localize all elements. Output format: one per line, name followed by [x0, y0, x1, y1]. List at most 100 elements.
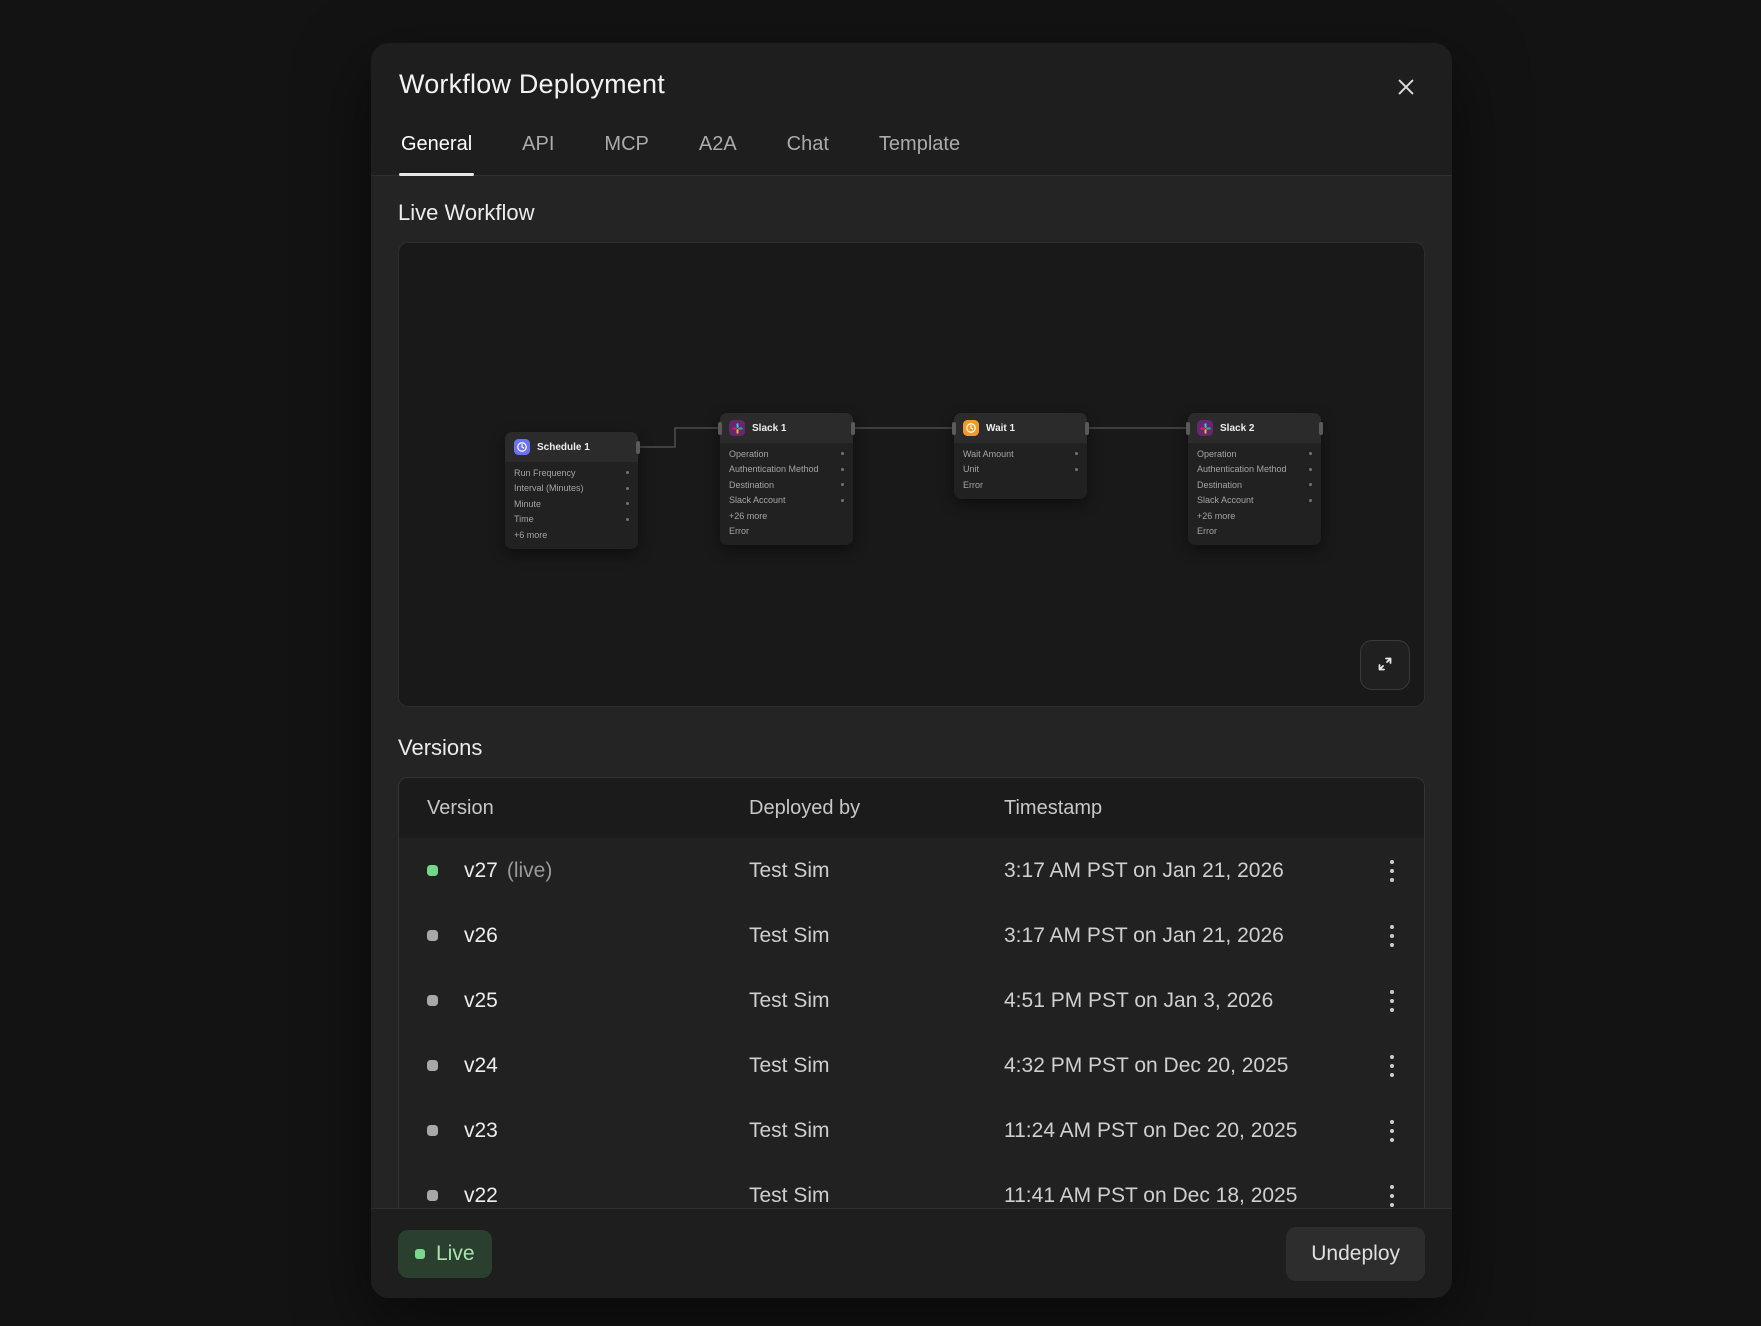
column-header-version: Version [427, 797, 749, 820]
kebab-menu-icon[interactable] [1375, 1045, 1409, 1087]
node-field: Error [1188, 524, 1321, 540]
tab-chat[interactable]: Chat [785, 133, 831, 175]
field-port-icon [1075, 452, 1078, 455]
tab-template[interactable]: Template [877, 133, 962, 175]
node-field: Unit [954, 462, 1087, 478]
node-field-label: Interval (Minutes) [514, 483, 584, 493]
node-field-label: Destination [729, 480, 774, 490]
clock-icon [963, 420, 979, 436]
node-field: Error [954, 477, 1087, 493]
deployed-by-value: Test Sim [749, 989, 1004, 1013]
field-port-icon [841, 483, 844, 486]
live-status-dot-icon [415, 1249, 425, 1259]
version-label: v26 [464, 924, 498, 948]
version-dot-icon [427, 930, 438, 941]
field-port-icon [1309, 468, 1312, 471]
input-handle [718, 422, 722, 435]
node-field-label: Error [963, 480, 983, 490]
node-field: Destination [720, 477, 853, 493]
node-field: Destination [1188, 477, 1321, 493]
column-header-timestamp: Timestamp [1004, 797, 1360, 820]
field-port-icon [626, 518, 629, 521]
field-port-icon [626, 502, 629, 505]
node-field: Run Frequency [505, 465, 638, 481]
field-port-icon [841, 499, 844, 502]
node-field-label: Run Frequency [514, 468, 576, 478]
output-handle [1085, 422, 1089, 435]
kebab-menu-icon[interactable] [1375, 915, 1409, 957]
timestamp-value: 3:17 AM PST on Jan 21, 2026 [1004, 859, 1360, 883]
expand-button[interactable] [1360, 640, 1410, 690]
field-port-icon [1309, 452, 1312, 455]
kebab-menu-icon[interactable] [1375, 1110, 1409, 1152]
node-title: Slack 2 [1220, 423, 1254, 434]
node-field-label: Authentication Method [729, 464, 819, 474]
node-field-label: Operation [729, 449, 769, 459]
input-handle [952, 422, 956, 435]
field-port-icon [841, 452, 844, 455]
expand-icon [1373, 652, 1397, 679]
output-handle [1319, 422, 1323, 435]
table-row: v26Test Sim3:17 AM PST on Jan 21, 2026 [399, 903, 1424, 968]
table-row: v25Test Sim4:51 PM PST on Jan 3, 2026 [399, 968, 1424, 1033]
node-field: Operation [1188, 446, 1321, 462]
live-status-label: Live [436, 1242, 475, 1266]
version-label: v24 [464, 1054, 498, 1078]
node-field: +6 more [505, 527, 638, 543]
node-field-label: +26 more [1197, 511, 1235, 521]
node-field: Interval (Minutes) [505, 481, 638, 497]
timestamp-value: 11:24 AM PST on Dec 20, 2025 [1004, 1119, 1360, 1143]
timestamp-value: 11:41 AM PST on Dec 18, 2025 [1004, 1184, 1360, 1208]
version-dot-icon [427, 1060, 438, 1071]
tab-general[interactable]: General [399, 133, 474, 175]
versions-heading: Versions [398, 735, 1425, 761]
tab-api[interactable]: API [520, 133, 556, 175]
node-field-label: +26 more [729, 511, 767, 521]
field-port-icon [626, 471, 629, 474]
modal-content: Live Workflow Schedule 1Run FrequencyInt… [371, 176, 1452, 1208]
node-title: Wait 1 [986, 423, 1015, 434]
node-field: Minute [505, 496, 638, 512]
field-port-icon [1309, 499, 1312, 502]
field-port-icon [841, 468, 844, 471]
node-field-label: Operation [1197, 449, 1237, 459]
tab-a2a[interactable]: A2A [697, 133, 739, 175]
node-field: Operation [720, 446, 853, 462]
node-field: Time [505, 512, 638, 528]
versions-table-header: Version Deployed by Timestamp [399, 778, 1424, 838]
node-field-label: Error [729, 526, 749, 536]
versions-table-body: v27(live)Test Sim3:17 AM PST on Jan 21, … [399, 838, 1424, 1208]
node-field-label: Error [1197, 526, 1217, 536]
version-dot-icon [427, 1125, 438, 1136]
version-label: v23 [464, 1119, 498, 1143]
node-field-label: Unit [963, 464, 979, 474]
kebab-menu-icon[interactable] [1375, 1175, 1409, 1209]
modal-footer: Live Undeploy [371, 1208, 1452, 1298]
node-field: Slack Account [720, 493, 853, 509]
close-button[interactable] [1388, 69, 1424, 105]
table-row: v23 Test Sim11:24 AM PST on Dec 20, 2025 [399, 1098, 1424, 1163]
node-header: Slack 2 [1188, 413, 1321, 443]
workflow-canvas[interactable]: Schedule 1Run FrequencyInterval (Minutes… [398, 242, 1425, 707]
page-title: Workflow Deployment [399, 69, 665, 100]
tab-mcp[interactable]: MCP [602, 133, 650, 175]
close-icon [1392, 89, 1420, 104]
node-field-label: Wait Amount [963, 449, 1014, 459]
node-field: +26 more [1188, 508, 1321, 524]
version-label: v25 [464, 989, 498, 1013]
node-field-label: +6 more [514, 530, 547, 540]
kebab-menu-icon[interactable] [1375, 850, 1409, 892]
kebab-menu-icon[interactable] [1375, 980, 1409, 1022]
workflow-deployment-modal: Workflow Deployment General API MCP A2A Chat… [371, 43, 1452, 1298]
undeploy-button[interactable]: Undeploy [1286, 1227, 1425, 1281]
deployed-by-value: Test Sim [749, 859, 1004, 883]
node-field: Authentication Method [720, 462, 853, 478]
clock-icon [514, 439, 530, 455]
node-header: Slack 1 [720, 413, 853, 443]
workflow-node-slack-1: Slack 1 Operation Authentication Method Des… [720, 413, 853, 545]
deployed-by-value: Test Sim [749, 1119, 1004, 1143]
version-live-suffix: (live) [507, 859, 553, 883]
table-row: v24Test Sim4:32 PM PST on Dec 20, 2025 [399, 1033, 1424, 1098]
version-label: v27 [464, 859, 498, 883]
deployed-by-value: Test Sim [749, 1054, 1004, 1078]
